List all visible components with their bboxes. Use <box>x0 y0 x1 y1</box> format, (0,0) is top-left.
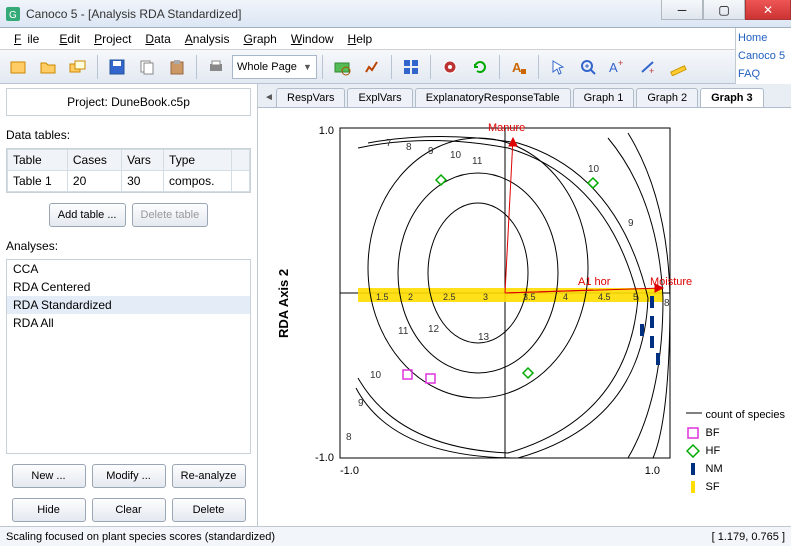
svg-text:+: + <box>618 58 623 68</box>
legend-bf-icon <box>686 426 700 440</box>
menu-edit[interactable]: Edit <box>53 30 86 48</box>
modify-button[interactable]: Modify ... <box>92 464 166 488</box>
folder-group-icon[interactable] <box>64 53 92 81</box>
maximize-button[interactable]: ▢ <box>703 0 745 20</box>
list-item[interactable]: RDA Centered <box>7 278 250 296</box>
text-style-icon[interactable]: A <box>505 53 533 81</box>
graph-canvas[interactable]: 1.0 -1.0 -1.0 1.0 RDA Axis 1 RDA Axis 2 … <box>258 108 791 526</box>
target-icon[interactable] <box>436 53 464 81</box>
print-icon[interactable] <box>202 53 230 81</box>
line-add-icon[interactable]: + <box>634 53 662 81</box>
tab-explvars[interactable]: ExplVars <box>347 88 412 107</box>
y-axis-label: RDA Axis 2 <box>276 269 291 338</box>
link-home[interactable]: Home <box>738 32 789 44</box>
project-label: Project: DuneBook.c5p <box>6 88 251 116</box>
refresh-icon[interactable] <box>466 53 494 81</box>
svg-text:A: A <box>512 60 522 75</box>
legend-hf-icon <box>686 444 700 458</box>
app-icon: G <box>4 5 22 23</box>
link-faq[interactable]: FAQ <box>738 68 789 80</box>
link-canoco[interactable]: Canoco 5 <box>738 50 789 62</box>
copy-icon[interactable] <box>133 53 161 81</box>
add-table-button[interactable]: Add table ... <box>49 203 126 227</box>
legend-sf-icon <box>686 480 700 494</box>
zoom-select[interactable]: Whole Page▼ <box>232 55 317 79</box>
legend-line-icon <box>686 408 700 422</box>
menu-project[interactable]: Project <box>88 30 137 48</box>
menu-analysis[interactable]: Analysis <box>179 30 236 48</box>
pointer-icon[interactable] <box>544 53 572 81</box>
svg-text:1.0: 1.0 <box>319 125 334 137</box>
status-bar: Scaling focused on plant species scores … <box>0 526 791 546</box>
tab-graph2[interactable]: Graph 2 <box>636 88 698 107</box>
svg-text:-1.0: -1.0 <box>340 465 359 477</box>
table-row[interactable]: Table 1 20 30 compos. <box>8 171 250 192</box>
status-text: Scaling focused on plant species scores … <box>6 531 275 543</box>
menu-graph[interactable]: Graph <box>237 30 282 48</box>
paste-icon[interactable] <box>163 53 191 81</box>
list-item[interactable]: CCA <box>7 260 250 278</box>
reanalyze-button[interactable]: Re-analyze <box>172 464 246 488</box>
legend: count of species BF HF NM SF <box>686 408 786 498</box>
tab-graph3[interactable]: Graph 3 <box>700 88 764 107</box>
close-button[interactable]: ✕ <box>745 0 791 20</box>
tab-scroll-left[interactable]: ◄ <box>262 87 276 107</box>
svg-text:1.0: 1.0 <box>645 465 660 477</box>
analyses-list[interactable]: CCA RDA Centered RDA Standardized RDA Al… <box>6 259 251 454</box>
menu-file[interactable]: File <box>8 30 51 48</box>
window-title: Canoco 5 - [Analysis RDA Standardized] <box>26 7 241 21</box>
zoom-area-icon[interactable] <box>328 53 356 81</box>
menu-help[interactable]: Help <box>342 30 379 48</box>
menu-data[interactable]: Data <box>139 30 176 48</box>
save-icon[interactable] <box>103 53 131 81</box>
status-coords: [ 1.179, 0.765 ] <box>712 531 785 543</box>
data-tables-grid[interactable]: Table Cases Vars Type Table 1 20 30 comp… <box>6 148 251 193</box>
vector-label-moisture: Moisture <box>650 276 692 288</box>
new-analysis-button[interactable]: New ... <box>12 464 86 488</box>
data-tables-heading: Data tables: <box>6 128 251 142</box>
tab-bar: ◄ RespVars ExplVars ExplanatoryResponseT… <box>258 84 791 108</box>
font-increase-icon[interactable]: A+ <box>604 53 632 81</box>
open-icon[interactable] <box>34 53 62 81</box>
left-panel: Project: DuneBook.c5p Data tables: Table… <box>0 84 258 526</box>
grid-icon[interactable] <box>397 53 425 81</box>
svg-text:+: + <box>649 66 654 76</box>
menu-bar: File Edit Project Data Analysis Graph Wi… <box>0 28 791 50</box>
list-item[interactable]: RDA Standardized <box>7 296 250 314</box>
svg-text:A: A <box>609 60 618 75</box>
delete-table-button: Delete table <box>132 203 209 227</box>
list-item[interactable]: RDA All <box>7 314 250 332</box>
vector-label-manure: Manure <box>488 122 525 134</box>
minimize-button[interactable]: ─ <box>661 0 703 20</box>
zoom-in-icon[interactable] <box>574 53 602 81</box>
svg-text:-1.0: -1.0 <box>315 452 334 464</box>
hide-button[interactable]: Hide <box>12 498 86 522</box>
menu-window[interactable]: Window <box>285 30 340 48</box>
ruler-icon[interactable] <box>664 53 692 81</box>
svg-text:G: G <box>9 10 17 21</box>
analyses-heading: Analyses: <box>6 239 251 253</box>
delete-button[interactable]: Delete <box>172 498 246 522</box>
vector-label-a1hor: A1 hor <box>578 276 610 288</box>
tab-explresp[interactable]: ExplanatoryResponseTable <box>415 88 571 107</box>
tab-graph1[interactable]: Graph 1 <box>573 88 635 107</box>
new-project-icon[interactable] <box>4 53 32 81</box>
clear-button[interactable]: Clear <box>92 498 166 522</box>
tab-respvars[interactable]: RespVars <box>276 88 345 107</box>
zoom-graph-icon[interactable] <box>358 53 386 81</box>
legend-nm-icon <box>686 462 700 476</box>
toolbar: Whole Page▼ A A+ + <box>0 50 791 84</box>
